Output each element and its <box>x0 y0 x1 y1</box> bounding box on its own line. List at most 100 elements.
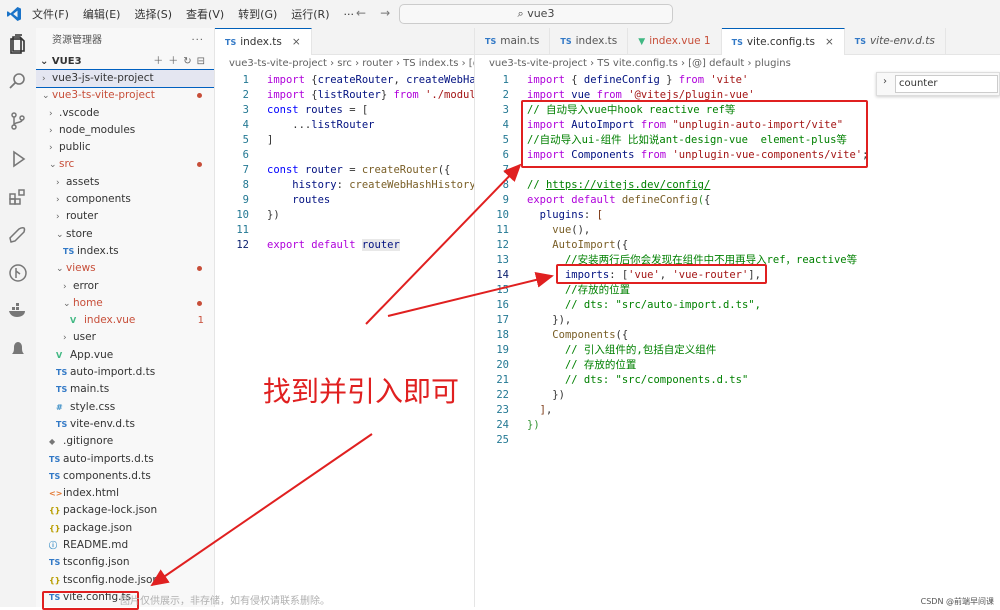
tree-item[interactable]: {} tsconfig.node.json <box>36 572 214 589</box>
code-line: 8 history: createWebHashHistory( <box>215 178 474 193</box>
tree-item[interactable]: # style.css <box>36 399 214 416</box>
line-number: 11 <box>236 224 249 236</box>
chevron-down-icon: ⌄ <box>56 264 64 275</box>
tree-item[interactable]: ⌄ src <box>36 156 214 173</box>
tree-item[interactable]: › router <box>36 208 214 225</box>
explorer-icon[interactable] <box>7 34 29 56</box>
chevron-right-icon[interactable]: › <box>883 76 887 87</box>
tree-item[interactable]: TS main.ts <box>36 381 214 398</box>
line-number: 24 <box>496 419 509 431</box>
tree-item[interactable]: ⌄ vue3-ts-vite-project <box>36 87 214 104</box>
line-number: 8 <box>502 179 509 191</box>
tree-item[interactable]: › .vscode <box>36 105 214 122</box>
tree-item[interactable]: TS tsconfig.json <box>36 554 214 571</box>
line-number: 14 <box>496 269 509 281</box>
line-number: 11 <box>496 224 509 236</box>
tree-item[interactable]: › components <box>36 191 214 208</box>
docker-icon[interactable] <box>7 300 29 322</box>
editor-tab[interactable]: ▼ index.vue 1 <box>628 28 722 54</box>
tree-item[interactable]: › user <box>36 329 214 346</box>
menu-item[interactable]: 选择(S) <box>134 6 172 22</box>
explorer-title: 资源管理器 ··· <box>36 28 214 54</box>
tree-item-label: vite-env.d.ts <box>70 417 135 430</box>
workspace-section-header[interactable]: ⌄ VUE3 ＋＋↻⊟ <box>36 54 214 70</box>
menu-item[interactable]: 查看(V) <box>186 6 224 22</box>
extensions-icon[interactable] <box>7 186 29 208</box>
code-area[interactable]: 1 import {createRouter, createWebHas 2 impo… <box>215 73 474 253</box>
command-center-search[interactable]: ⌕ vue3 <box>399 4 673 24</box>
tree-item[interactable]: › vue3-js-vite-project <box>36 68 214 89</box>
code-line: 9 routes <box>215 193 474 208</box>
tree-item[interactable]: › public <box>36 139 214 156</box>
tree-item[interactable]: TS index.ts <box>36 243 214 260</box>
code-text: ] <box>267 134 274 146</box>
chevron-down-icon: ⌄ <box>42 91 50 102</box>
file-type-icon: TS <box>56 368 68 378</box>
tree-item[interactable]: › error <box>36 278 214 295</box>
typescript-file-icon: TS <box>560 37 572 46</box>
search-icon[interactable] <box>7 70 29 92</box>
run-debug-icon[interactable] <box>7 148 29 170</box>
file-type-icon: TS <box>49 454 61 464</box>
tab-label: vite-env.d.ts <box>869 35 935 47</box>
forward-arrow-icon[interactable]: → <box>380 6 390 20</box>
menu-item[interactable]: ··· <box>344 8 355 21</box>
more-actions-icon[interactable]: ··· <box>191 28 204 54</box>
chevron-right-icon: › <box>63 333 67 344</box>
tree-item[interactable]: V App.vue <box>36 347 214 364</box>
line-number: 22 <box>496 389 509 401</box>
tab-label: index.ts <box>575 35 618 47</box>
breadcrumb[interactable]: vue3-ts-vite-project › TS vite.config.ts… <box>475 55 1000 73</box>
editor-tab[interactable]: TS main.ts <box>475 28 551 54</box>
git-graph-icon[interactable] <box>7 262 29 284</box>
line-number: 15 <box>496 284 509 296</box>
menu-item[interactable]: 编辑(E) <box>83 6 121 22</box>
vscode-logo-icon <box>7 7 21 21</box>
tree-item[interactable]: › node_modules <box>36 122 214 139</box>
close-icon[interactable]: × <box>292 36 301 48</box>
tree-item[interactable]: › assets <box>36 174 214 191</box>
tree-item-label: package.json <box>63 521 133 534</box>
code-line: 15 //存放的位置 <box>475 283 1000 298</box>
tree-item[interactable]: ⓘ README.md <box>36 537 214 554</box>
tree-item[interactable]: <>index.html <box>36 485 214 502</box>
tree-item[interactable]: TS vite-env.d.ts <box>36 416 214 433</box>
code-text: }), <box>527 314 572 326</box>
tree-item[interactable]: ⌄ home <box>36 295 214 312</box>
menu-item[interactable]: 文件(F) <box>32 6 69 22</box>
code-line: 19 // 引入组件的,包括自定义组件 <box>475 343 1000 358</box>
tree-item[interactable]: TS auto-imports.d.ts <box>36 451 214 468</box>
editor-tab[interactable]: TS vite.config.ts × <box>721 28 845 55</box>
breadcrumb[interactable]: vue3-ts-vite-project › src › router › TS… <box>215 55 474 73</box>
tree-item[interactable]: TS auto-import.d.ts <box>36 364 214 381</box>
bell-icon[interactable] <box>7 338 29 360</box>
find-input[interactable]: counter <box>895 75 998 93</box>
tree-item[interactable]: Vindex.vue 1 <box>36 312 214 329</box>
tree-item[interactable]: ⌄ views <box>36 260 214 277</box>
tree-item[interactable]: ⌄ store <box>36 226 214 243</box>
tree-item[interactable]: TS components.d.ts <box>36 468 214 485</box>
tree-item[interactable]: ◆ .gitignore <box>36 433 214 450</box>
source-control-icon[interactable] <box>7 110 29 132</box>
line-number: 9 <box>502 194 509 206</box>
explorer-actions[interactable]: ＋＋↻⊟ <box>153 54 210 70</box>
tree-item[interactable]: {} package.json <box>36 520 214 537</box>
line-number: 6 <box>242 149 249 161</box>
editor-tab[interactable]: TS index.ts <box>550 28 629 54</box>
tree-item-label: App.vue <box>70 348 114 361</box>
tree-item-label: vue3-js-vite-project <box>52 72 154 84</box>
line-number: 5 <box>242 134 249 146</box>
close-icon[interactable]: × <box>825 36 834 48</box>
menu-item[interactable]: 运行(R) <box>291 6 329 22</box>
tree-item[interactable]: {} package-lock.json <box>36 502 214 519</box>
back-arrow-icon[interactable]: ← <box>356 6 366 20</box>
menu-item[interactable]: 转到(G) <box>238 6 277 22</box>
line-number: 16 <box>496 299 509 311</box>
tab-index-ts[interactable]: TS index.ts × <box>215 28 312 55</box>
typescript-file-icon: TS <box>854 37 866 46</box>
chevron-right-icon: › <box>49 125 53 136</box>
remote-explorer-icon[interactable] <box>7 224 29 246</box>
tree-item-label: .gitignore <box>63 435 114 448</box>
line-number: 1 <box>502 74 509 86</box>
editor-tab[interactable]: TS vite-env.d.ts <box>845 28 946 54</box>
